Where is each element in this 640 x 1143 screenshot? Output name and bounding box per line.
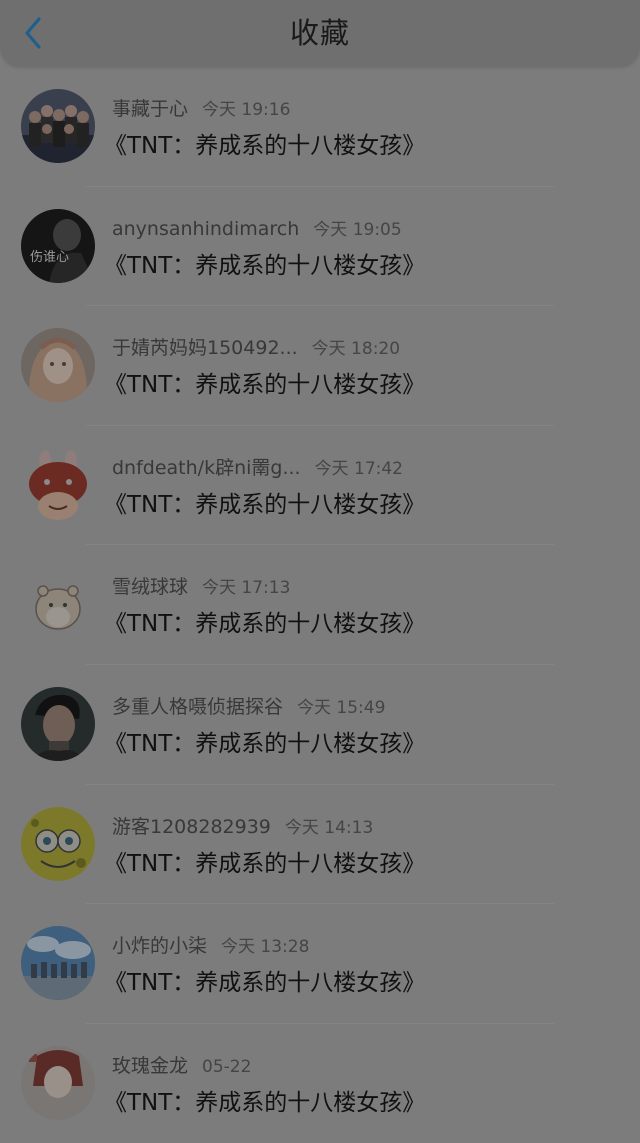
user-avatar[interactable]: 伤谁心 [21,208,95,283]
story-title[interactable]: 《TNT：养成系的十八楼女孩》 [104,488,425,522]
username[interactable]: 于婧芮妈妈150492... [112,337,298,359]
item-meta: 事藏于心 今天 19:16 [112,95,290,123]
timestamp: 今天 17:42 [314,458,403,479]
user-avatar[interactable] [21,1045,95,1120]
item-meta: dnfdeath/k辟ni罱g... 今天 17:42 [112,454,403,482]
username[interactable]: 玫瑰金龙 [112,1055,188,1077]
item-meta: 玫瑰金龙 05-22 [112,1052,251,1080]
user-avatar[interactable] [21,89,95,163]
story-title[interactable]: 《TNT：养成系的十八楼女孩》 [104,847,425,881]
timestamp: 今天 14:13 [284,817,374,838]
favorite-item[interactable]: 事藏于心 今天 19:16 《TNT：养成系的十八楼女孩》 [0,67,640,187]
timestamp: 05-22 [202,1056,252,1077]
story-title[interactable]: 《TNT：养成系的十八楼女孩》 [104,368,425,402]
username[interactable]: 雪绒球球 [112,576,188,598]
user-avatar[interactable] [21,447,95,522]
timestamp: 今天 17:13 [202,578,291,599]
timestamp: 今天 18:20 [311,339,401,360]
item-meta: 多重人格嗫侦据探谷 今天 15:49 [112,693,385,721]
favorite-item[interactable]: 多重人格嗫侦据探谷 今天 15:49 《TNT：养成系的十八楼女孩》 [0,665,640,785]
username[interactable]: anynsanhindimarch [112,218,299,240]
user-avatar[interactable] [21,328,95,403]
user-avatar[interactable] [21,926,95,1001]
username[interactable]: 小炸的小柒 [112,935,207,957]
favorite-item[interactable]: 游客1208282939 今天 14:13 《TNT：养成系的十八楼女孩》 [0,785,640,905]
item-meta: 于婧芮妈妈150492... 今天 18:20 [112,334,400,362]
story-title[interactable]: 《TNT：养成系的十八楼女孩》 [104,607,425,641]
favorite-item[interactable]: 于婧芮妈妈150492... 今天 18:20 《TNT：养成系的十八楼女孩》 [0,306,640,426]
favorite-item[interactable]: dnfdeath/k辟ni罱g... 今天 17:42 《TNT：养成系的十八楼女… [0,426,640,546]
timestamp: 今天 19:16 [202,100,291,120]
username[interactable]: dnfdeath/k辟ni罱g... [112,457,301,479]
story-title[interactable]: 《TNT：养成系的十八楼女孩》 [104,727,425,761]
story-title[interactable]: 《TNT：养成系的十八楼女孩》 [104,129,425,163]
item-meta: anynsanhindimarch 今天 19:05 [112,215,402,243]
favorite-item[interactable]: 雪绒球球 今天 17:13 《TNT：养成系的十八楼女孩》 [0,545,640,665]
favorite-item[interactable]: 小炸的小柒 今天 13:28 《TNT：养成系的十八楼女孩》 [0,904,640,1024]
user-avatar[interactable] [21,806,95,881]
story-title[interactable]: 《TNT：养成系的十八楼女孩》 [104,966,425,1000]
page-title: 收藏 [289,16,350,50]
username[interactable]: 多重人格嗫侦据探谷 [112,696,283,718]
username[interactable]: 游客1208282939 [112,816,271,838]
username[interactable]: 事藏于心 [112,98,188,120]
story-title[interactable]: 《TNT：养成系的十八楼女孩》 [104,249,425,283]
user-avatar[interactable] [21,686,95,761]
item-meta: 小炸的小柒 今天 13:28 [112,932,309,960]
favorite-item[interactable]: 玫瑰金龙 05-22 《TNT：养成系的十八楼女孩》 [0,1024,640,1143]
item-meta: 游客1208282939 今天 14:13 [112,813,373,841]
timestamp: 今天 19:05 [313,219,402,240]
favorite-item[interactable]: 伤谁心 anynsanhindimarch 今天 19:05 《TNT：养成系的十… [0,187,640,307]
svg-text:伤谁心: 伤谁心 [30,250,69,265]
favorites-list: 事藏于心 今天 19:16 《TNT：养成系的十八楼女孩》 伤谁心 anynsan… [0,67,640,1143]
top-nav-bar: 收藏 [0,0,640,66]
item-meta: 雪绒球球 今天 17:13 [112,573,290,601]
user-avatar[interactable] [21,567,95,642]
timestamp: 今天 13:28 [221,937,310,958]
timestamp: 今天 15:49 [297,697,386,718]
